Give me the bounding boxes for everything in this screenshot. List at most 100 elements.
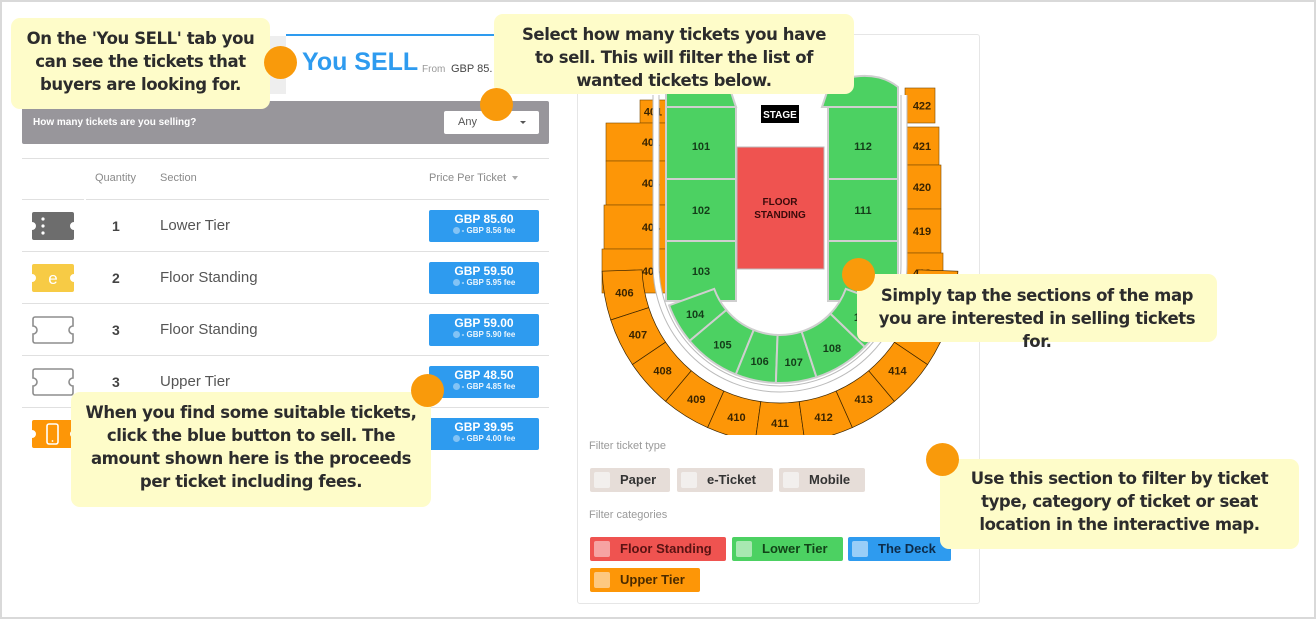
section-label[interactable]: 105	[713, 339, 731, 351]
floor-label: FLOOR	[763, 197, 799, 208]
row-section: Floor Standing	[160, 269, 258, 286]
from-price: GBP 85.	[451, 63, 493, 75]
sell-fee: - GBP 8.56 fee	[429, 226, 539, 235]
section-label[interactable]: 406	[615, 287, 633, 299]
sell-price: GBP 85.60	[454, 212, 514, 226]
section-label[interactable]: 104	[686, 309, 705, 321]
sell-button[interactable]: GBP 59.50 - GBP 5.95 fee	[429, 262, 539, 294]
filter-type-label: e-Ticket	[707, 472, 756, 487]
row-quantity: 3	[112, 322, 120, 338]
sell-fee: - GBP 5.90 fee	[429, 330, 539, 339]
quantity-filter-label: How many tickets are you selling?	[33, 117, 197, 128]
section-label[interactable]: 409	[687, 394, 705, 406]
section-label[interactable]: 103	[692, 266, 710, 278]
sell-fee-text: - GBP 5.90 fee	[461, 330, 516, 339]
callout-marker	[264, 46, 297, 79]
section-label[interactable]: 410	[727, 412, 745, 424]
header-quantity: Quantity	[95, 172, 136, 184]
filter-category-lower-tier[interactable]: Lower Tier	[732, 537, 843, 561]
sell-button[interactable]: GBP 59.00 - GBP 5.90 fee	[429, 314, 539, 346]
section-label[interactable]: 407	[629, 329, 647, 341]
filter-type-eticket[interactable]: e-Ticket	[677, 468, 773, 492]
info-icon	[452, 227, 460, 234]
paper-ticket-icon	[32, 212, 74, 240]
section-label[interactable]: 412	[814, 412, 832, 424]
arena-map: 4014024034044054224214204194184064074084…	[601, 74, 959, 435]
filter-type-label: Mobile	[809, 472, 851, 487]
section-label[interactable]: 419	[913, 226, 931, 238]
floor-standing-section[interactable]	[736, 146, 825, 270]
paper-ticket-outline-icon	[32, 316, 74, 344]
filter-category-the-deck[interactable]: The Deck	[848, 537, 951, 561]
sell-button[interactable]: GBP 48.50 - GBP 4.85 fee	[429, 366, 539, 398]
callout-tab: On the 'You SELL' tab you can see the ti…	[11, 18, 270, 109]
header-section: Section	[160, 172, 197, 184]
row-section: Upper Tier	[160, 373, 231, 390]
row-section: Lower Tier	[160, 217, 231, 234]
tab-you-sell[interactable]: You SELL From GBP 85.	[286, 34, 520, 100]
tab-title: You SELL	[302, 48, 419, 76]
callout-quantity: Select how many tickets you have to sell…	[494, 14, 854, 94]
table-row: e 2 Floor Standing GBP 59.50 - GBP 5.95 …	[22, 252, 549, 304]
row-section: Floor Standing	[160, 321, 258, 338]
callout-filter: Use this section to filter by ticket typ…	[940, 459, 1299, 549]
filter-type-mobile[interactable]: Mobile	[779, 468, 865, 492]
filter-category-label: Lower Tier	[762, 541, 828, 556]
filter-category-upper-tier[interactable]: Upper Tier	[590, 568, 700, 592]
section-label[interactable]: 411	[771, 418, 789, 430]
section-label[interactable]: 421	[913, 141, 931, 153]
section-label[interactable]: 408	[653, 366, 671, 378]
row-quantity: 2	[112, 270, 120, 286]
sell-price: GBP 39.95	[454, 420, 514, 434]
callout-map: Simply tap the sections of the map you a…	[857, 274, 1217, 351]
callout-marker	[842, 258, 875, 291]
sell-button[interactable]: GBP 85.60 - GBP 8.56 fee	[429, 210, 539, 242]
stage-label: STAGE	[763, 110, 797, 121]
sell-button[interactable]: GBP 39.95 - GBP 4.00 fee	[429, 418, 539, 450]
sell-fee: - GBP 5.95 fee	[429, 278, 539, 287]
filter-type-paper[interactable]: Paper	[590, 468, 670, 492]
checkbox-icon	[681, 472, 697, 488]
section-label[interactable]: 422	[913, 101, 931, 113]
sell-fee: - GBP 4.85 fee	[429, 382, 539, 391]
info-icon	[452, 383, 460, 390]
section-label[interactable]: 420	[913, 182, 931, 194]
checkbox-icon	[594, 472, 610, 488]
callout-marker	[480, 88, 513, 121]
section-label[interactable]: 112	[854, 141, 872, 153]
filter-category-floor-standing[interactable]: Floor Standing	[590, 537, 726, 561]
section-label[interactable]: 414	[888, 366, 907, 378]
header-price-label: Price Per Ticket	[429, 172, 507, 184]
chevron-down-icon	[520, 121, 526, 124]
info-icon	[452, 331, 460, 338]
section-label[interactable]: 101	[692, 141, 710, 153]
filter-category-title: Filter categories	[589, 509, 668, 521]
checkbox-icon	[852, 541, 868, 557]
section-label[interactable]: 106	[750, 356, 768, 368]
header-price[interactable]: Price Per Ticket	[429, 172, 519, 184]
sort-down-icon	[512, 176, 519, 181]
section-label[interactable]: 107	[784, 357, 802, 369]
sell-fee: - GBP 4.00 fee	[429, 434, 539, 443]
sell-fee-text: - GBP 8.56 fee	[461, 226, 516, 235]
section-label[interactable]: 413	[855, 394, 873, 406]
callout-marker	[411, 374, 444, 407]
sell-fee-text: - GBP 4.00 fee	[461, 434, 516, 443]
checkbox-icon	[594, 572, 610, 588]
section-label[interactable]: 111	[854, 205, 871, 217]
row-quantity: 3	[112, 374, 120, 390]
mobile-ticket-icon	[32, 420, 74, 448]
section-label[interactable]: 108	[823, 343, 841, 355]
checkbox-icon	[736, 541, 752, 557]
paper-ticket-outline-icon	[32, 368, 74, 396]
filter-category-label: Floor Standing	[620, 541, 712, 556]
sell-price: GBP 59.00	[454, 316, 514, 330]
table-row: 1 Lower Tier GBP 85.60 - GBP 8.56 fee	[22, 200, 549, 252]
sell-fee-text: - GBP 5.95 fee	[461, 278, 516, 287]
svg-text:e: e	[48, 269, 57, 288]
filter-type-label: Paper	[620, 472, 657, 487]
info-icon	[452, 279, 460, 286]
section-label[interactable]: 102	[692, 205, 710, 217]
sell-fee-text: - GBP 4.85 fee	[461, 382, 516, 391]
table-row: 3 Floor Standing GBP 59.00 - GBP 5.90 fe…	[22, 304, 549, 356]
